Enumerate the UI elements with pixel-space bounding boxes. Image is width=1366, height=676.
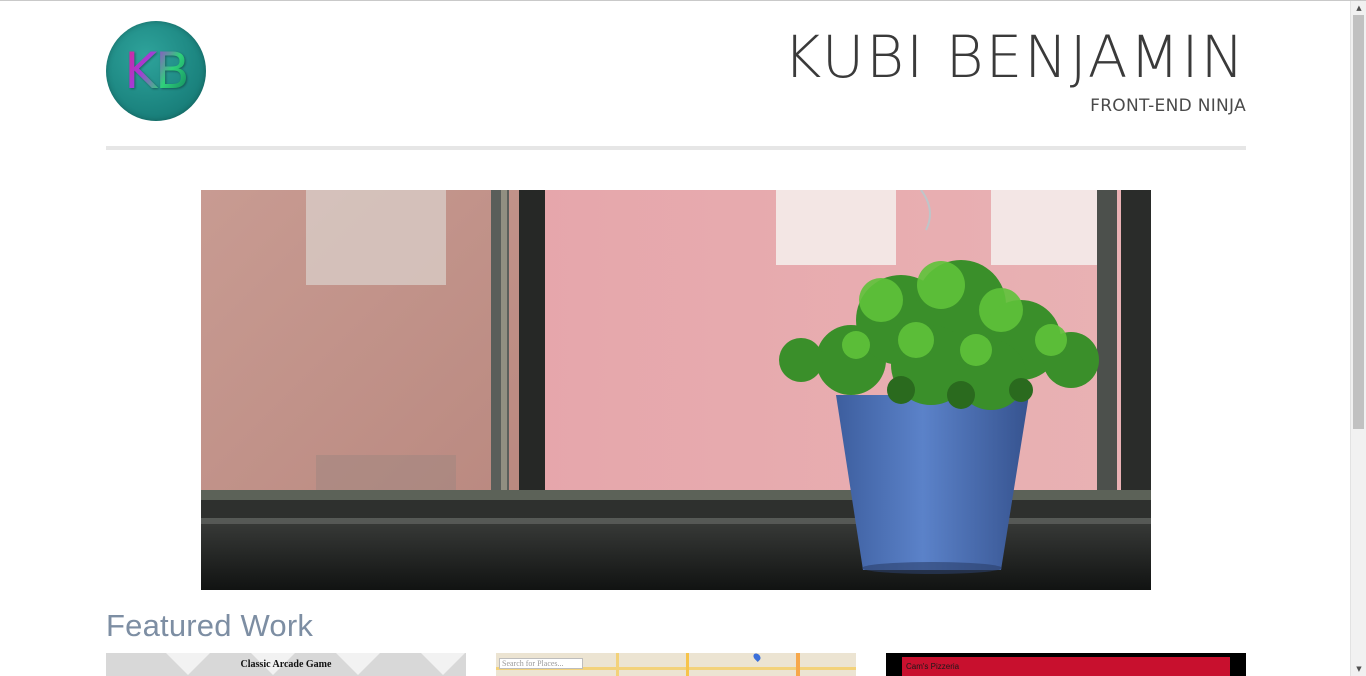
map-marker-icon[interactable]	[752, 653, 762, 662]
map-search-input[interactable]: Search for Places...	[499, 658, 583, 669]
scroll-down-icon[interactable]: ▼	[1351, 662, 1366, 676]
header-divider	[106, 146, 1246, 150]
project-card-arcade-game[interactable]: Classic Arcade Game	[106, 653, 466, 676]
scrollbar-thumb[interactable]	[1353, 15, 1364, 429]
featured-work-heading: Featured Work	[106, 608, 314, 643]
project-card-neighborhood-map[interactable]: Search for Places...	[496, 653, 856, 676]
map-road	[686, 653, 689, 676]
project-card-pizzeria[interactable]: Cam's Pizzeria	[886, 653, 1246, 676]
map-road	[796, 653, 800, 676]
card-title-arcade-game: Classic Arcade Game	[240, 659, 332, 670]
logo-text: KB	[124, 42, 189, 100]
card-title-pizzeria: Cam's Pizzeria	[906, 662, 960, 671]
map-road	[616, 653, 619, 676]
vertical-scrollbar[interactable]: ▲ ▼	[1350, 1, 1366, 676]
site-subtitle: FRONT-END NINJA	[1090, 96, 1246, 116]
scroll-up-icon[interactable]: ▲	[1351, 1, 1366, 15]
hero-illustration	[201, 190, 1151, 590]
hero-image	[201, 190, 1151, 590]
logo-badge[interactable]: KB	[106, 21, 206, 121]
page: KB KUBI BENJAMIN FRONT-END NINJA Feature…	[0, 1, 1350, 676]
site-title: KUBI BENJAMIN	[783, 23, 1246, 91]
